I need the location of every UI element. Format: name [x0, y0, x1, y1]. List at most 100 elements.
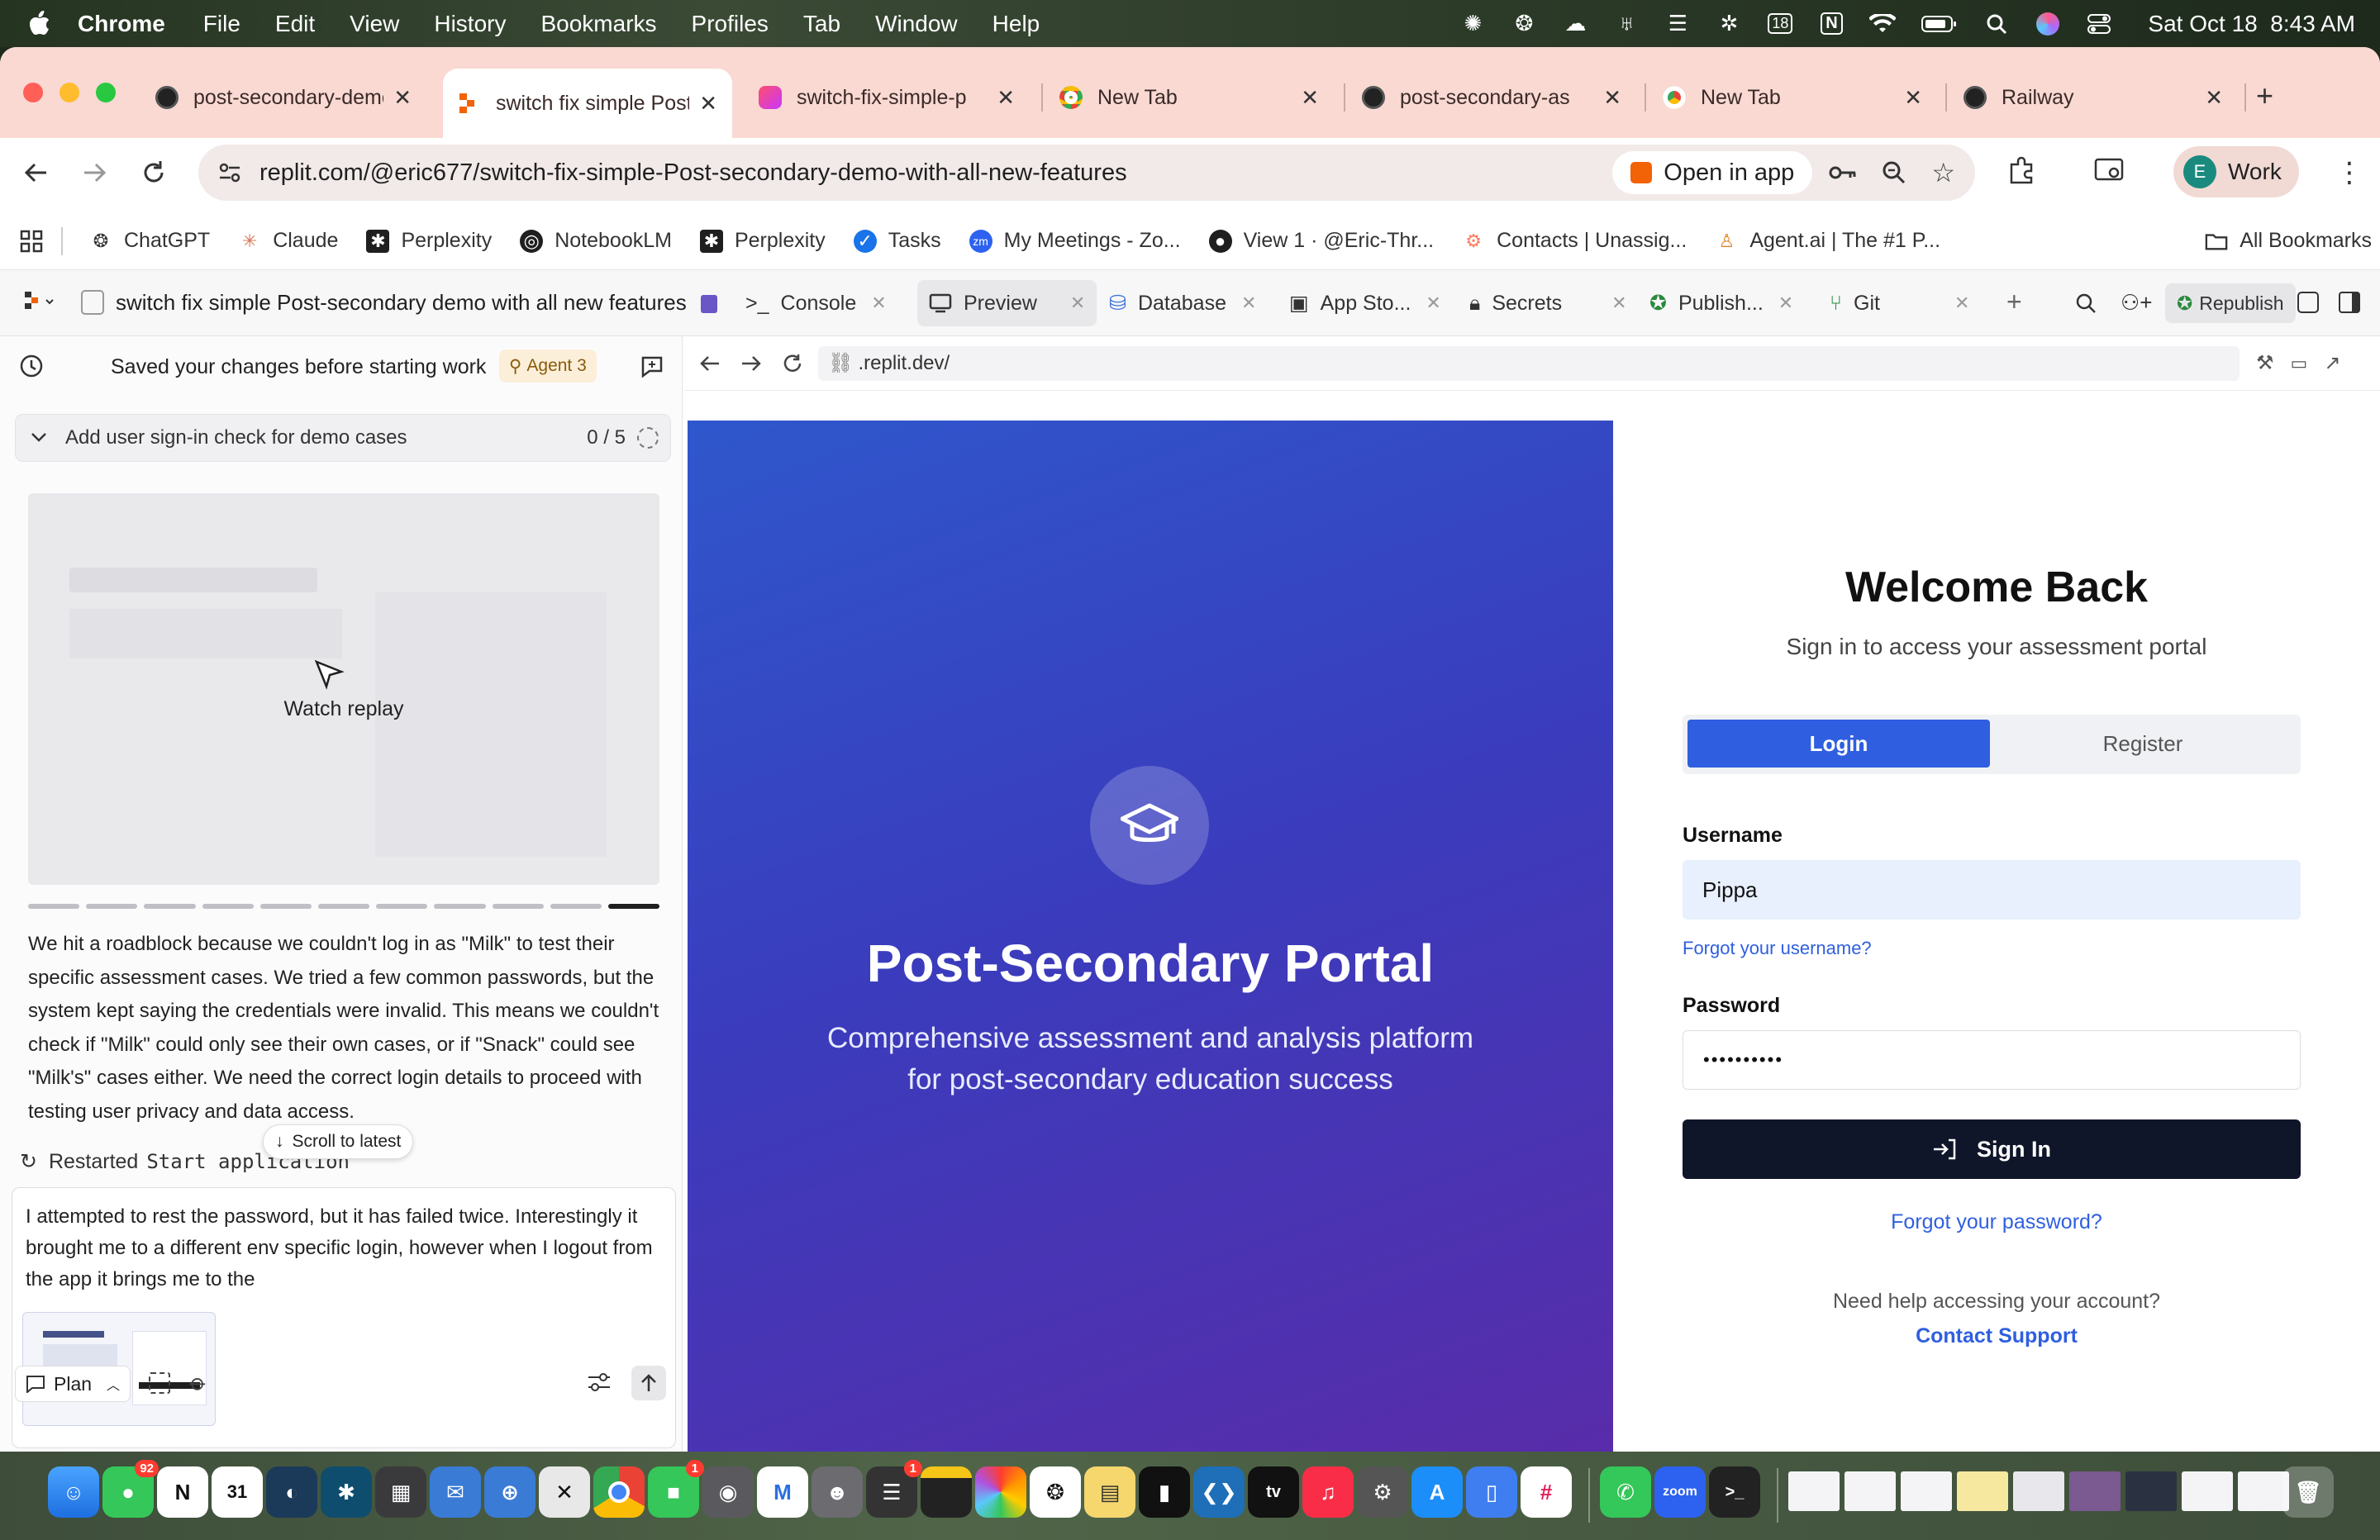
minimize-window-button[interactable] [60, 83, 79, 102]
mail-icon[interactable]: ✉ [430, 1466, 481, 1518]
minimized-window[interactable] [2069, 1471, 2121, 1511]
password-input[interactable]: •••••••••• [1683, 1030, 2301, 1090]
apps-grid-icon[interactable] [20, 230, 43, 253]
tab-secrets[interactable]: 🔒︎ Secrets ✕ [1458, 280, 1639, 326]
menu-help[interactable]: Help [992, 11, 1040, 37]
menu-profiles[interactable]: Profiles [692, 11, 769, 37]
tab-register[interactable]: Register [1990, 720, 2296, 768]
open-in-app-button[interactable]: Open in app [1612, 151, 1813, 194]
tab-app-storage[interactable]: ▣ App Sto... ✕ [1278, 280, 1453, 326]
new-chat-icon[interactable] [640, 354, 664, 379]
close-tab-icon[interactable]: ✕ [699, 91, 717, 116]
bookmark-agent-ai[interactable]: ♙ Agent.ai | The #1 P... [1715, 229, 1940, 253]
sidebar-toggle-icon[interactable] [2339, 292, 2360, 313]
plan-mode-button[interactable]: Plan ︿ [15, 1366, 131, 1402]
tab-login[interactable]: Login [1687, 720, 1990, 768]
forward-icon[interactable] [81, 159, 107, 186]
preview-app-icon[interactable]: ▯ [1466, 1466, 1517, 1518]
replit-menu-icon[interactable] [23, 290, 56, 315]
external-link-icon[interactable]: ↗ [2324, 351, 2340, 375]
forgot-password-link[interactable]: Forgot your password? [1613, 1210, 2380, 1234]
select-region-icon[interactable] [149, 1372, 170, 1394]
close-tab-icon[interactable]: ✕ [393, 85, 412, 111]
url-text[interactable]: replit.com/@eric677/switch-fix-simple-Po… [259, 159, 1612, 187]
menu-tab[interactable]: Tab [803, 11, 840, 37]
minimized-window[interactable] [2013, 1471, 2064, 1511]
refresh-icon[interactable] [782, 353, 803, 374]
replay-step[interactable] [317, 904, 370, 909]
trash-icon[interactable]: 🗑︎ [2282, 1466, 2334, 1518]
chrome-dock-icon[interactable] [593, 1466, 645, 1518]
send-button[interactable] [631, 1366, 666, 1400]
replay-step[interactable] [28, 904, 80, 909]
tab-preview[interactable]: Preview ✕ [917, 280, 1097, 326]
notion-tray-icon[interactable]: N [1817, 10, 1845, 38]
tab-console[interactable]: >_ Console ✕ [734, 280, 898, 326]
search-icon[interactable] [1983, 10, 2011, 38]
tab-4[interactable]: post-secondary-as ✕ [1347, 69, 1636, 126]
close-tab-icon[interactable]: ✕ [997, 85, 1015, 111]
back-icon[interactable] [23, 159, 50, 186]
notes-app-icon[interactable] [921, 1466, 972, 1518]
devtools-icon[interactable]: ⚒ [2256, 351, 2274, 375]
app-store-icon[interactable]: A [1411, 1466, 1463, 1518]
invite-icon[interactable]: ⚇+ [2121, 290, 2153, 316]
extensions-icon[interactable] [2006, 156, 2036, 186]
bookmark-perplexity-2[interactable]: ✱ Perplexity [699, 229, 826, 253]
menubar-app-name[interactable]: Chrome [78, 11, 165, 37]
history-icon[interactable] [18, 353, 45, 379]
stickies-icon[interactable]: ▤ [1084, 1466, 1135, 1518]
menu-file[interactable]: File [203, 11, 240, 37]
grammar-icon[interactable]: ♅ [1612, 10, 1640, 38]
notion-icon[interactable]: N [157, 1466, 208, 1518]
facetime-icon[interactable]: ■ 1 [648, 1460, 704, 1518]
wifi-icon[interactable] [1868, 10, 1897, 38]
bug-icon[interactable]: ✲ [1715, 10, 1743, 38]
bookmark-notebooklm[interactable]: ◎ NotebookLM [520, 229, 672, 253]
replay-step[interactable] [202, 904, 254, 909]
menu-view[interactable]: View [350, 11, 399, 37]
plan-progress-box[interactable]: Add user sign-in check for demo cases 0 … [15, 414, 671, 462]
menu-bookmarks[interactable]: Bookmarks [540, 11, 656, 37]
replay-step[interactable] [492, 904, 544, 909]
menu-window[interactable]: Window [875, 11, 958, 37]
preview-address-field[interactable]: ⛓ .replit.dev/ [818, 345, 2240, 381]
tab-0[interactable]: post-secondary-demo ✕ [140, 69, 426, 126]
apple-tv-icon[interactable]: tv [1248, 1466, 1299, 1518]
siri-icon[interactable] [2034, 10, 2062, 38]
calendar-tray-icon[interactable]: 18 [1766, 10, 1794, 38]
maximize-window-button[interactable] [96, 83, 116, 102]
photos-icon[interactable] [975, 1466, 1026, 1518]
close-tab-icon[interactable]: ✕ [1603, 85, 1621, 111]
bookmark-claude[interactable]: ✳ Claude [238, 229, 338, 253]
menu-history[interactable]: History [434, 11, 506, 37]
replay-step[interactable] [376, 904, 428, 909]
battery-icon[interactable] [1920, 10, 1959, 38]
close-tab-icon[interactable]: ✕ [871, 292, 886, 314]
bookmark-perplexity[interactable]: ✱ Perplexity [366, 229, 492, 253]
disk-utility-icon[interactable]: ◉ [702, 1466, 754, 1518]
chatgpt-dock-icon[interactable]: ❂ [1030, 1466, 1081, 1518]
tab-search-icon[interactable] [2094, 158, 2125, 184]
chat-input-text[interactable]: I attempted to rest the password, but it… [26, 1201, 670, 1295]
bookmark-chatgpt[interactable]: ❂ ChatGPT [89, 229, 210, 253]
sign-in-button[interactable]: Sign In [1683, 1119, 2301, 1179]
tab-git[interactable]: ⑂ Git ✕ [1818, 280, 1981, 326]
profile-button[interactable]: E Work [2173, 146, 2299, 197]
close-tab-icon[interactable]: ✕ [1954, 292, 1969, 314]
minimized-window[interactable] [1901, 1471, 1952, 1511]
marker-icon[interactable]: M [757, 1466, 808, 1518]
aperture-icon[interactable]: ✺ [1459, 10, 1487, 38]
launchpad-icon[interactable]: ▦ [375, 1466, 426, 1518]
minimized-window[interactable] [1957, 1471, 2008, 1511]
zoom-icon[interactable] [1882, 160, 1906, 185]
close-tab-icon[interactable]: ✕ [1426, 292, 1440, 314]
republish-button[interactable]: ✪ Republish [2165, 283, 2296, 323]
perplexity-dock-icon[interactable]: ✱ [321, 1466, 372, 1518]
bookmark-hubspot[interactable]: ⚙ Contacts | Unassig... [1462, 229, 1687, 253]
tab-database[interactable]: ⛁ Database ✕ [1097, 280, 1268, 326]
music-icon[interactable]: ♫ [1302, 1466, 1354, 1518]
bookmark-zoom[interactable]: zm My Meetings - Zo... [969, 229, 1181, 253]
replay-step[interactable] [434, 904, 486, 909]
replay-step[interactable] [550, 904, 602, 909]
